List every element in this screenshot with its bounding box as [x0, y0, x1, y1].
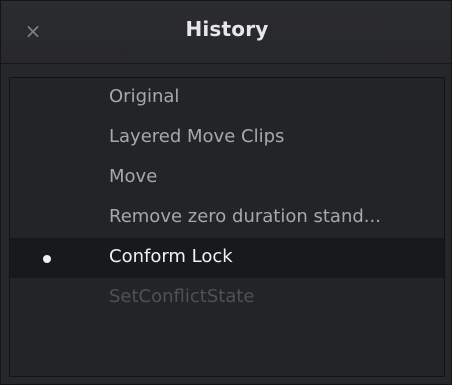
- history-item-label: Move: [109, 166, 158, 187]
- history-item-label: Original: [109, 86, 180, 107]
- history-item-label: SetConflictState: [109, 286, 255, 307]
- history-window: × History Original Layered Move Clips Mo…: [0, 0, 452, 385]
- current-state-dot-icon: [43, 255, 51, 263]
- history-item-label: Remove zero duration stand...: [109, 206, 381, 227]
- history-item[interactable]: Move: [10, 158, 444, 198]
- history-item[interactable]: Remove zero duration stand...: [10, 198, 444, 238]
- title-bar: × History: [1, 1, 451, 64]
- window-title: History: [185, 17, 269, 41]
- history-item-future[interactable]: SetConflictState: [10, 278, 444, 318]
- history-list: Original Layered Move Clips Move Remove …: [9, 77, 445, 377]
- history-item[interactable]: Original: [10, 78, 444, 118]
- history-item[interactable]: Layered Move Clips: [10, 118, 444, 158]
- history-item-label: Layered Move Clips: [109, 126, 285, 147]
- history-item-current[interactable]: Conform Lock: [10, 238, 444, 278]
- history-item-label: Conform Lock: [109, 246, 233, 267]
